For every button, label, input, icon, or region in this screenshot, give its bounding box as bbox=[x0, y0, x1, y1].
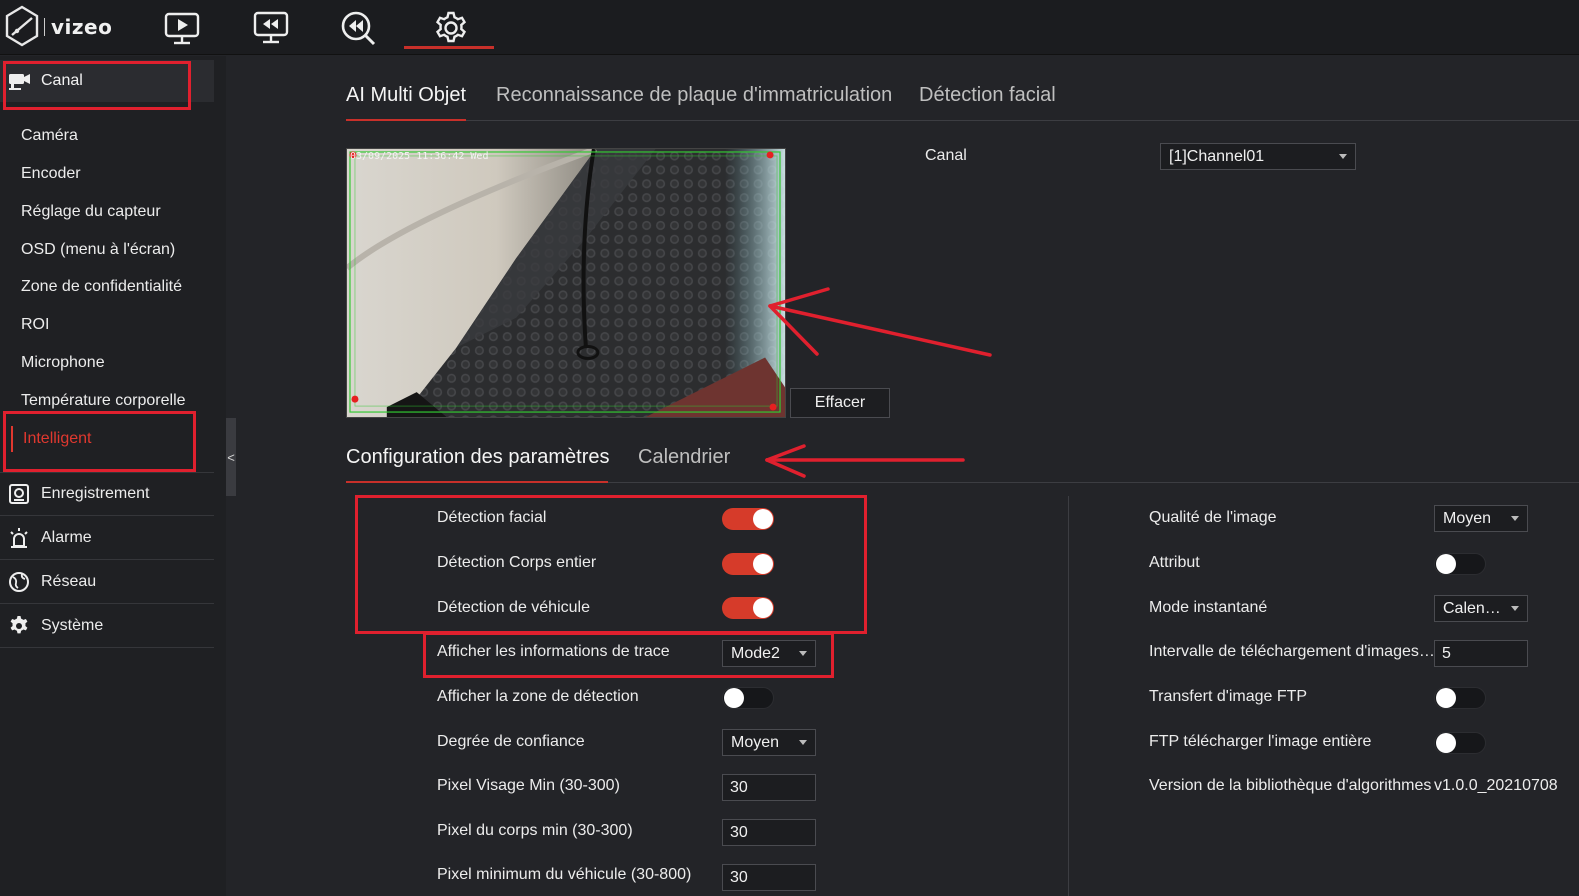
min-vehicle-px-input[interactable] bbox=[722, 864, 816, 891]
min-body-px-input[interactable] bbox=[722, 819, 816, 846]
playback-icon[interactable] bbox=[251, 8, 291, 48]
brand-name: vizeo bbox=[51, 15, 113, 39]
search-playback-icon[interactable] bbox=[338, 8, 378, 48]
tab-calendar[interactable]: Calendrier bbox=[638, 446, 730, 469]
attribute-label: Attribut bbox=[1149, 554, 1200, 571]
body-detection-label: Détection Corps entier bbox=[437, 554, 597, 571]
sidebar-item-sensor[interactable]: Réglage du capteur bbox=[21, 203, 161, 221]
sidebar: Canal Caméra Encoder Réglage du capteur … bbox=[0, 56, 226, 896]
chevron-down-icon bbox=[1511, 516, 1519, 521]
active-sub-tab-underline bbox=[346, 481, 608, 483]
upload-interval-label: Intervalle de téléchargement d'images… bbox=[1149, 643, 1435, 660]
sidebar-group-label: Alarme bbox=[41, 528, 92, 546]
chevron-down-icon bbox=[1511, 606, 1519, 611]
detection-zone-toggle[interactable] bbox=[722, 687, 774, 709]
active-nav-indicator bbox=[404, 46, 494, 49]
live-view-icon[interactable] bbox=[162, 8, 202, 48]
sidebar-group-label: Réseau bbox=[41, 572, 97, 590]
column-divider bbox=[1068, 496, 1069, 896]
min-body-px-label: Pixel du corps min (30-300) bbox=[437, 822, 633, 839]
confidence-label: Degrée de confiance bbox=[437, 733, 585, 750]
confidence-select[interactable]: Moyen bbox=[722, 729, 816, 756]
sidebar-group-network[interactable]: Réseau bbox=[0, 560, 214, 604]
settings-icon[interactable] bbox=[431, 8, 471, 48]
sidebar-item-body-temperature[interactable]: Température corporelle bbox=[21, 392, 186, 410]
channel-select[interactable]: [1]Channel01 bbox=[1160, 143, 1356, 170]
face-detection-label: Détection facial bbox=[437, 509, 547, 526]
sidebar-item-camera[interactable]: Caméra bbox=[21, 127, 78, 145]
sidebar-group-label: Enregistrement bbox=[41, 485, 150, 502]
algo-version-value: v1.0.0_20210708 bbox=[1434, 777, 1558, 794]
chevron-down-icon bbox=[799, 651, 807, 656]
sidebar-header-label: Canal bbox=[41, 72, 83, 89]
image-quality-select[interactable]: Moyen bbox=[1434, 505, 1528, 532]
camera-snapshot bbox=[347, 149, 785, 417]
tab-ai-multi-object[interactable]: AI Multi Objet bbox=[346, 84, 466, 107]
detection-zone-label: Afficher la zone de détection bbox=[437, 688, 639, 705]
upload-interval-input[interactable] bbox=[1434, 640, 1528, 667]
chevron-down-icon bbox=[799, 740, 807, 745]
vizeo-logo-icon bbox=[5, 5, 39, 47]
trace-info-select[interactable]: Mode2 bbox=[722, 640, 816, 667]
sidebar-group-recording[interactable]: Enregistrement bbox=[0, 472, 214, 516]
face-detection-toggle[interactable] bbox=[722, 508, 774, 530]
tab-parameters[interactable]: Configuration des paramètres bbox=[346, 446, 609, 469]
algo-version-label: Version de la bibliothèque d'algorithmes bbox=[1149, 777, 1432, 794]
active-top-tab-underline bbox=[346, 119, 466, 121]
ftp-transfer-toggle[interactable] bbox=[1434, 687, 1486, 709]
sidebar-collapse-handle[interactable]: < bbox=[226, 418, 236, 496]
ftp-full-image-label: FTP télécharger l'image entière bbox=[1149, 733, 1372, 750]
active-item-indicator bbox=[11, 426, 13, 452]
brand-logo: vizeo bbox=[4, 4, 134, 50]
snapshot-mode-label: Mode instantané bbox=[1149, 599, 1268, 616]
vehicle-detection-toggle[interactable] bbox=[722, 597, 774, 619]
sidebar-header-canal[interactable]: Canal bbox=[0, 60, 214, 102]
attribute-toggle[interactable] bbox=[1434, 553, 1486, 575]
sidebar-item-privacy[interactable]: Zone de confidentialité bbox=[21, 278, 182, 296]
clear-button[interactable]: Effacer bbox=[790, 388, 890, 418]
video-timestamp: 03/09/2025 11:36:42 Wed bbox=[350, 151, 489, 162]
sidebar-item-intelligent[interactable]: Intelligent bbox=[23, 430, 92, 448]
sidebar-item-roi[interactable]: ROI bbox=[21, 316, 49, 334]
vehicle-detection-label: Détection de véhicule bbox=[437, 599, 590, 616]
trace-info-label: Afficher les informations de trace bbox=[437, 643, 670, 660]
ftp-transfer-label: Transfert d'image FTP bbox=[1149, 688, 1308, 705]
top-tabs-divider bbox=[346, 120, 1579, 121]
sidebar-group-system[interactable]: Système bbox=[0, 604, 214, 648]
image-quality-label: Qualité de l'image bbox=[1149, 509, 1277, 526]
tab-license-plate[interactable]: Reconnaissance de plaque d'immatriculati… bbox=[496, 84, 892, 107]
sidebar-item-osd[interactable]: OSD (menu à l'écran) bbox=[21, 241, 175, 259]
ftp-full-image-toggle[interactable] bbox=[1434, 732, 1486, 754]
sidebar-item-encoder[interactable]: Encoder bbox=[21, 165, 81, 183]
min-face-px-input[interactable] bbox=[722, 774, 816, 801]
body-detection-toggle[interactable] bbox=[722, 553, 774, 575]
camera-icon bbox=[9, 74, 30, 90]
sidebar-item-microphone[interactable]: Microphone bbox=[21, 354, 105, 372]
channel-label: Canal bbox=[925, 147, 967, 164]
alarm-icon bbox=[10, 527, 28, 548]
globe-icon bbox=[9, 571, 29, 592]
video-preview[interactable]: 03/09/2025 11:36:42 Wed bbox=[346, 148, 786, 418]
min-vehicle-px-label: Pixel minimum du véhicule (30-800) bbox=[437, 866, 692, 883]
chevron-down-icon bbox=[1339, 154, 1347, 159]
record-icon bbox=[9, 484, 29, 504]
sidebar-group-label: Système bbox=[41, 616, 104, 634]
sidebar-group-alarm[interactable]: Alarme bbox=[0, 516, 214, 560]
main-content: AI Multi Objet Reconnaissance de plaque … bbox=[236, 56, 1579, 896]
min-face-px-label: Pixel Visage Min (30-300) bbox=[437, 777, 620, 794]
gear-icon bbox=[10, 615, 28, 633]
snapshot-mode-select[interactable]: Calen… bbox=[1434, 595, 1528, 622]
tab-face-detection[interactable]: Détection facial bbox=[919, 84, 1056, 107]
top-bar: vizeo bbox=[0, 0, 1579, 55]
